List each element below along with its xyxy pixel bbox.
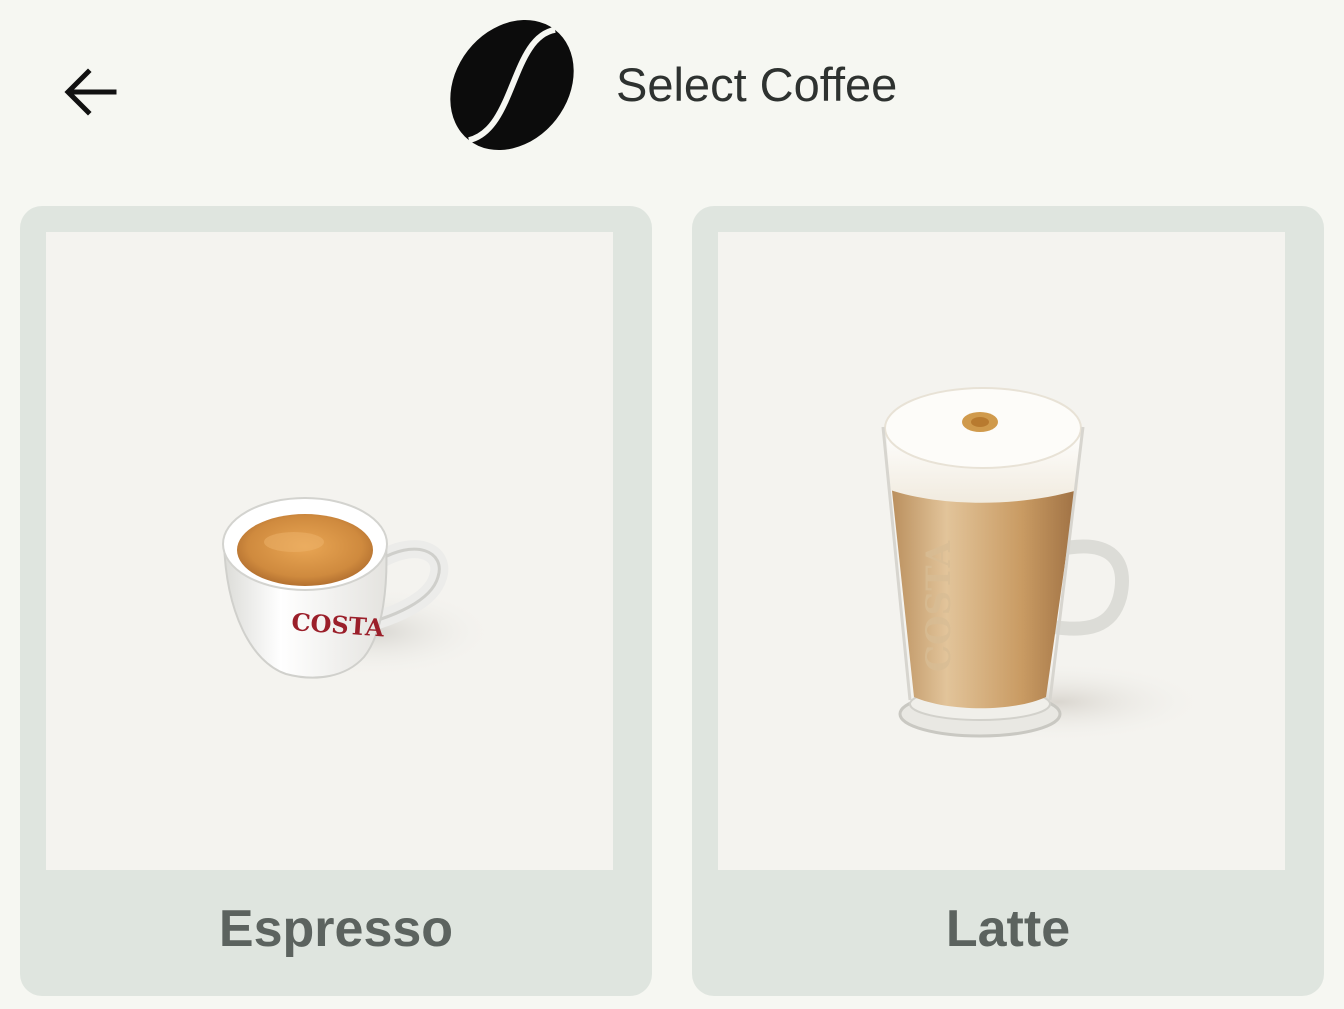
coffee-card-espresso[interactable]: COSTA Espresso: [20, 206, 652, 996]
coffee-name-espresso: Espresso: [218, 900, 454, 958]
coffee-bean-icon: [450, 19, 574, 151]
coffee-grid: COSTA Espresso COSTA Latte: [20, 206, 1324, 996]
glass-brand-text: COSTA: [919, 540, 959, 672]
back-button[interactable]: [50, 52, 130, 132]
coffee-name-latte: Latte: [945, 900, 1071, 958]
page-title: Select Coffee: [616, 58, 898, 111]
top-bar: Select Coffee: [0, 0, 1344, 180]
arrow-left-icon: [64, 68, 117, 116]
coffee-card-latte[interactable]: COSTA Latte: [692, 206, 1324, 996]
latte-image: COSTA: [718, 232, 1285, 870]
espresso-image: COSTA: [46, 232, 613, 870]
